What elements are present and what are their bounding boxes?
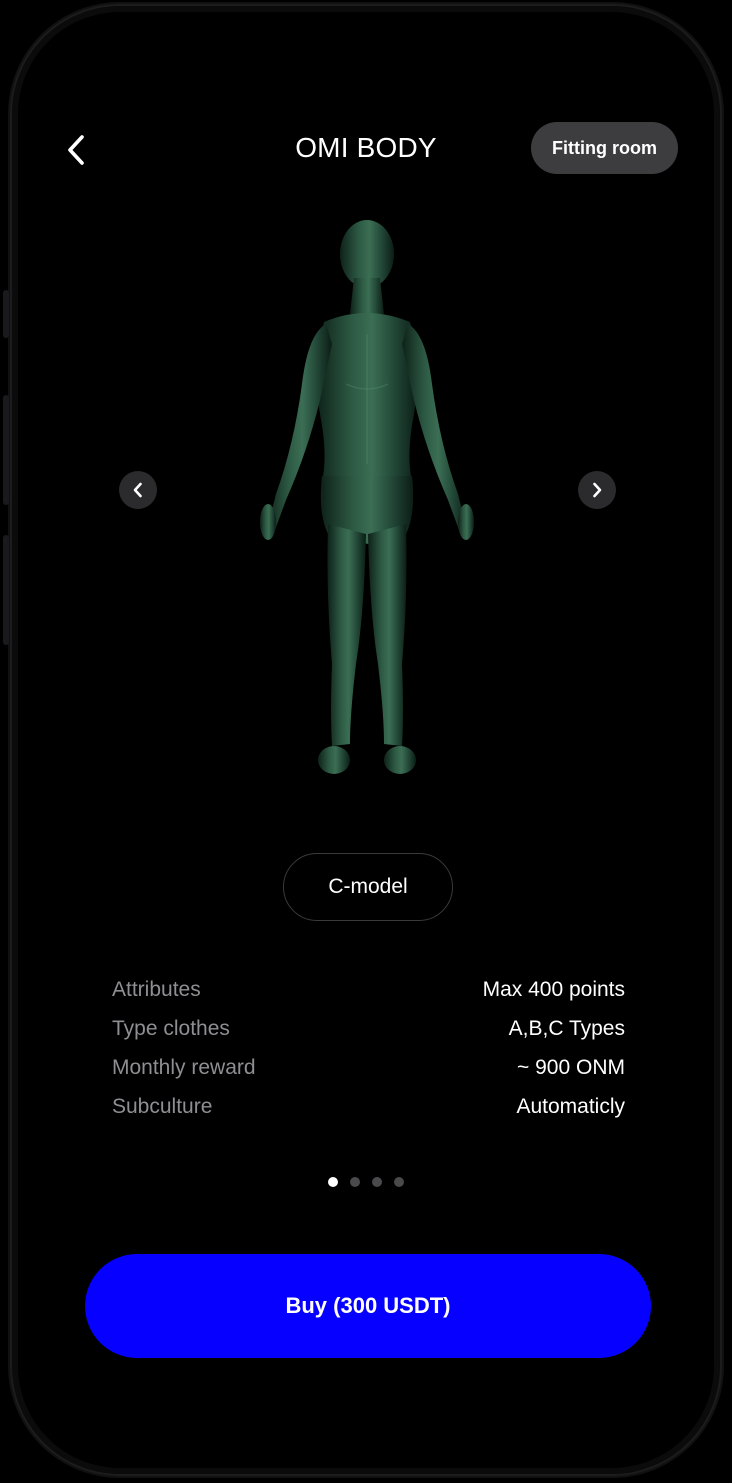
model-specs-list: Attributes Max 400 points Type clothes A… xyxy=(112,970,625,1126)
pagination-dot[interactable] xyxy=(350,1177,360,1187)
pagination-dot[interactable] xyxy=(394,1177,404,1187)
spec-label: Type clothes xyxy=(112,1016,230,1040)
pagination-dot-active[interactable] xyxy=(328,1177,338,1187)
spec-label: Attributes xyxy=(112,977,201,1001)
spec-value: A,B,C Types xyxy=(508,1016,625,1040)
chevron-left-icon xyxy=(68,135,84,165)
spec-label: Monthly reward xyxy=(112,1055,256,1079)
carousel-pagination xyxy=(328,1177,404,1187)
model-name-button[interactable]: C-model xyxy=(283,853,453,921)
spec-label: Subculture xyxy=(112,1094,213,1118)
buy-button[interactable]: Buy (300 USDT) xyxy=(85,1254,651,1358)
spec-value: ~ 900 ONM xyxy=(517,1055,625,1079)
page-title: OMI BODY xyxy=(295,132,437,163)
next-model-button[interactable] xyxy=(578,471,616,509)
spec-row: Attributes Max 400 points xyxy=(112,970,625,1009)
pagination-dot[interactable] xyxy=(372,1177,382,1187)
fitting-room-button[interactable]: Fitting room xyxy=(531,122,678,174)
spec-row: Subculture Automaticly xyxy=(112,1087,625,1126)
spec-row: Monthly reward ~ 900 ONM xyxy=(112,1048,625,1087)
spec-value: Max 400 points xyxy=(482,977,625,1001)
app-screen: OMI BODY Fitting room C-model Attributes… xyxy=(0,0,732,1483)
spec-row: Type clothes A,B,C Types xyxy=(112,1009,625,1048)
previous-model-button[interactable] xyxy=(119,471,157,509)
chevron-right-icon xyxy=(593,482,602,498)
avatar-model-image xyxy=(260,220,474,774)
spec-value: Automaticly xyxy=(516,1094,625,1118)
back-button[interactable] xyxy=(56,128,96,172)
chevron-left-icon xyxy=(133,482,142,498)
